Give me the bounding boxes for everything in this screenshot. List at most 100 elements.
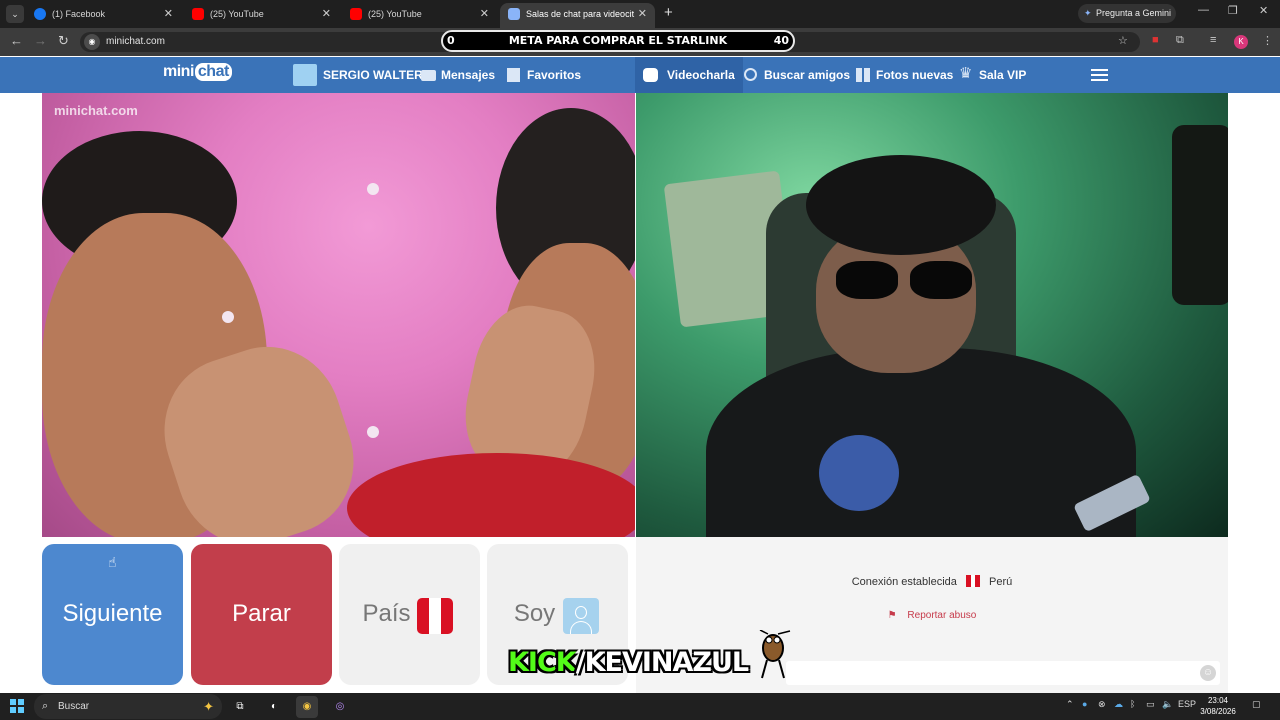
cockroach-mascot-icon [759,630,791,679]
youtube-icon [350,8,362,20]
tab-title: (25) YouTube [210,9,264,19]
nav-videochat-label: Videocharla [667,68,735,82]
close-icon[interactable]: ✕ [638,3,647,25]
taskbar-search-box[interactable]: ⌕ Buscar ✦ [34,694,222,719]
notifications-icon[interactable]: ▢ [1252,699,1261,710]
tab-title: (1) Facebook [52,9,106,19]
video-shirt-print [819,435,899,511]
photos-grid-icon [856,68,871,82]
country-filter-button[interactable]: País [339,544,480,685]
close-icon[interactable]: ✕ [164,3,173,25]
connection-status: Conexión establecida Perú [636,575,1228,588]
network-icon[interactable]: ▭ [1146,699,1155,710]
close-icon[interactable]: ✕ [322,3,331,25]
clock-time: 23:04 [1207,696,1229,705]
media-controls-icon[interactable]: ≡ [1210,34,1216,46]
sparkle-icon: ✦ [1084,8,1092,18]
show-hidden-icons-icon[interactable]: ⌃ [1066,699,1074,710]
peru-flag-icon [965,575,980,587]
self-video [636,93,1228,537]
hamburger-menu-icon[interactable] [1091,69,1108,81]
tab-youtube-1[interactable]: (25) YouTube ✕ [184,3,339,28]
nav-user-profile[interactable]: SERGIO WALTER [293,57,423,93]
input-language[interactable]: ESP [1178,699,1196,709]
tab-search-button[interactable]: ⌄ [6,5,24,23]
back-icon[interactable]: ← [10,33,23,48]
report-abuse-link[interactable]: ⚑ Reportar abuso [636,610,1228,621]
video-hanging-jacket [1172,125,1228,305]
nav-favorites[interactable]: Favoritos [507,57,581,93]
bluetooth-icon[interactable]: ᛒ [1130,699,1135,709]
minichat-watermark: minichat.com [54,103,138,118]
nav-search-friends[interactable]: Buscar amigos [744,57,850,93]
new-tab-button[interactable]: + [664,3,673,23]
extension-icon[interactable]: ■ [1152,34,1159,46]
tray-app-icon[interactable]: ● [1082,699,1087,709]
chat-message-input[interactable]: ☺ [786,661,1220,685]
nav-messages-label: Mensajes [441,68,496,82]
tab-facebook[interactable]: (1) Facebook ✕ [26,3,181,28]
url-text: minichat.com [106,36,165,47]
taskbar-search-placeholder: Buscar [58,701,90,712]
nav-vip-label: Sala VIP [979,68,1027,82]
goal-target: 40 [773,34,789,47]
onedrive-icon[interactable]: ☁ [1114,699,1123,710]
video-red-shirt [347,453,635,537]
task-view-icon[interactable]: ⧉ [229,696,251,718]
minichat-icon [508,8,520,20]
nav-favorites-label: Favoritos [527,68,582,82]
search-icon [744,68,757,81]
obs-app-icon[interactable]: ◐ [263,696,285,718]
tray-app-icon[interactable]: ⊗ [1098,699,1106,710]
minimize-icon[interactable]: — [1198,4,1209,16]
emoji-icon[interactable]: ☺ [1200,665,1216,681]
kick-suffix: /KEVINAZUL [575,647,749,678]
profile-avatar[interactable]: K [1234,35,1248,49]
extensions-puzzle-icon[interactable]: ⧉ [1176,34,1184,47]
nav-user-label: SERGIO WALTER [323,68,423,82]
menu-dots-icon[interactable]: ⋮ [1262,34,1273,47]
tab-title: (25) YouTube [368,9,422,19]
video-man-hair [806,155,996,255]
mouse-cursor-icon: ☝ [108,554,117,570]
headboard-button [367,426,379,438]
taskbar-clock[interactable]: 23:04 3/08/2026 [1196,695,1240,717]
windows-start-icon[interactable] [10,699,24,713]
gender-button-label: Soy [513,600,556,627]
close-icon[interactable]: ✕ [480,3,489,25]
partner-country: Perú [989,576,1013,588]
stop-button[interactable]: Parar [191,544,332,685]
forward-icon[interactable]: → [34,33,47,48]
nav-new-photos[interactable]: Fotos nuevas [856,57,953,93]
site-navbar: mini chat SERGIO WALTER Mensajes Favorito… [0,57,1280,93]
facebook-icon [34,8,46,20]
nav-messages[interactable]: Mensajes [421,57,495,93]
nav-videochat[interactable]: Videocharla [635,57,743,93]
bookmark-icon [507,68,520,82]
nav-vip-room[interactable]: ♛ Sala VIP [959,57,1026,93]
headboard-button [222,311,234,323]
crown-icon: ♛ [959,65,973,82]
flag-icon: ⚑ [887,610,897,621]
bookmark-star-icon[interactable]: ☆ [1118,34,1128,47]
kick-prefix: KICK [508,647,577,678]
chrome-app-icon[interactable]: ◉ [296,696,318,718]
kick-channel-overlay: KICK/KEVINAZUL [508,647,749,678]
minichat-logo[interactable]: mini chat [163,63,232,81]
next-button-label: Siguiente [62,600,163,627]
user-avatar-icon [293,64,317,86]
restore-icon[interactable]: ❐ [1228,4,1238,17]
volume-icon[interactable]: 🔈 [1162,699,1173,710]
gemini-button[interactable]: ✦ Pregunta a Gemini [1078,4,1176,23]
logo-mini-text: mini [163,63,194,80]
tab-minichat[interactable]: Salas de chat para videocit ✕ [500,3,655,28]
messenger-app-icon[interactable]: ◎ [329,696,351,718]
reload-icon[interactable]: ↻ [58,33,69,49]
tab-youtube-2[interactable]: (25) YouTube ✕ [342,3,497,28]
window-close-icon[interactable]: ✕ [1259,4,1268,17]
video-chat-icon [643,68,658,82]
site-info-icon[interactable]: ◉ [84,34,100,50]
connection-text: Conexión establecida [851,576,957,588]
report-abuse-label: Reportar abuso [907,610,977,621]
nav-search-friends-label: Buscar amigos [764,68,851,82]
